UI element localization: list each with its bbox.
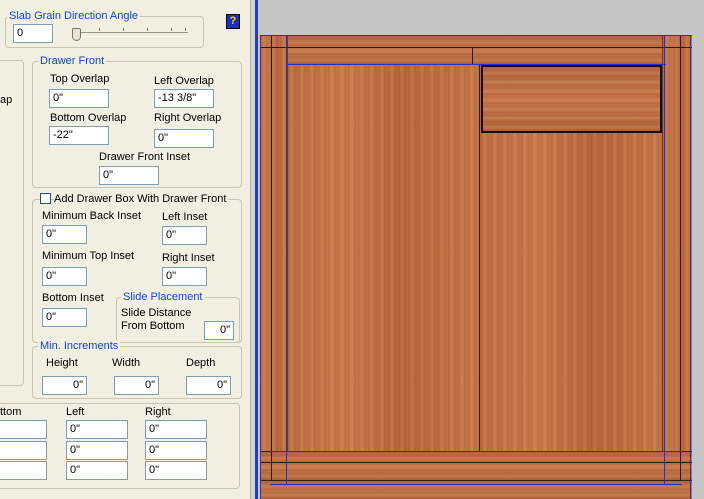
right-inset-label: Right Inset	[162, 252, 215, 264]
frame-line	[472, 47, 473, 65]
slide-distance-label-line1: Slide Distance	[121, 307, 192, 319]
bottom-table-right-input[interactable]: 0"	[145, 420, 207, 439]
slider-tick	[147, 28, 148, 31]
drawer-front-legend: Drawer Front	[38, 55, 107, 67]
bottom-table-left-input[interactable]: 0"	[66, 420, 128, 439]
min-top-inset-input[interactable]: 0"	[42, 267, 87, 286]
partial-left-label: ap	[0, 94, 13, 106]
slider-tick	[171, 28, 172, 31]
wireframe-line	[690, 35, 691, 499]
bottom-table-partial-input[interactable]	[0, 441, 47, 460]
bottom-table-col-left: Left	[66, 406, 85, 418]
slide-distance-input[interactable]: 0"	[204, 321, 234, 340]
top-overlap-input[interactable]: 0"	[49, 89, 109, 108]
wireframe-line	[270, 484, 682, 485]
wireframe-line	[286, 64, 666, 65]
drawer-front-inset-input[interactable]: 0"	[99, 166, 159, 185]
right-overlap-label: Right Overlap	[154, 112, 222, 124]
left-stile	[260, 35, 288, 465]
add-drawer-box-checkbox[interactable]	[40, 193, 51, 204]
wireframe-line	[260, 35, 261, 499]
increment-width-input[interactable]: 0"	[114, 376, 159, 395]
wireframe-line	[270, 451, 682, 452]
bottom-table-col-right: Right	[145, 406, 171, 418]
properties-panel: Slab Grain Direction Angle 0 ? ap Drawer…	[0, 0, 250, 499]
left-inset-label: Left Inset	[162, 211, 208, 223]
right-door-panel[interactable]	[481, 133, 662, 451]
slab-grain-slider-track[interactable]	[76, 32, 188, 37]
frame-line	[260, 47, 692, 48]
cabinet-3d-viewport[interactable]	[258, 0, 704, 499]
frame-line	[271, 35, 272, 481]
wireframe-line	[664, 35, 665, 485]
bottom-table-partial-input[interactable]	[0, 420, 47, 439]
left-overlap-input[interactable]: -13 3/8"	[154, 89, 214, 108]
left-door-panel[interactable]	[288, 65, 480, 451]
left-overlap-label: Left Overlap	[154, 75, 214, 87]
bottom-rail	[260, 451, 692, 481]
bottom-inset-label: Bottom Inset	[42, 292, 104, 304]
add-drawer-box-label: Add Drawer Box With Drawer Front	[54, 193, 229, 205]
min-increments-legend: Min. Increments	[38, 340, 121, 352]
slide-distance-label-line2: From Bottom	[121, 320, 185, 332]
wireframe-line	[286, 35, 287, 485]
min-back-inset-label: Minimum Back Inset	[42, 210, 142, 222]
partial-left-group	[0, 60, 24, 386]
frame-line	[260, 462, 692, 463]
increment-height-label: Height	[46, 357, 78, 369]
top-rail	[260, 35, 692, 65]
bottom-inset-input[interactable]: 0"	[42, 308, 87, 327]
help-icon[interactable]: ?	[226, 14, 240, 29]
right-inset-input[interactable]: 0"	[162, 267, 207, 286]
slab-grain-slider-thumb[interactable]	[72, 28, 81, 41]
increment-height-input[interactable]: 0"	[42, 376, 87, 395]
drawer-front-inset-label: Drawer Front Inset	[99, 151, 191, 163]
increment-width-label: Width	[112, 357, 141, 369]
increment-depth-input[interactable]: 0"	[186, 376, 231, 395]
bottom-table-col-partial: ttom	[0, 406, 22, 418]
bottom-table-left-input[interactable]: 0"	[66, 441, 128, 460]
drawer-front-panel[interactable]	[481, 65, 662, 133]
bottom-table-partial-input[interactable]	[0, 461, 47, 480]
bottom-table-right-input[interactable]: 0"	[145, 441, 207, 460]
right-stile	[662, 35, 692, 465]
bottom-overlap-label: Bottom Overlap	[50, 112, 127, 124]
right-overlap-input[interactable]: 0"	[154, 129, 214, 148]
bottom-table-left-input[interactable]: 0"	[66, 461, 128, 480]
wireframe-line	[260, 35, 692, 36]
frame-line	[680, 35, 681, 481]
top-overlap-label: Top Overlap	[50, 73, 110, 85]
min-back-inset-input[interactable]: 0"	[42, 225, 87, 244]
slab-grain-angle-input[interactable]: 0	[13, 24, 53, 43]
increment-depth-label: Depth	[186, 357, 216, 369]
min-top-inset-label: Minimum Top Inset	[42, 250, 135, 262]
slide-placement-legend: Slide Placement	[121, 291, 205, 303]
slider-tick	[99, 28, 100, 31]
slider-tick	[123, 28, 124, 31]
left-inset-input[interactable]: 0"	[162, 226, 207, 245]
bottom-table-right-input[interactable]: 0"	[145, 461, 207, 480]
bottom-overlap-input[interactable]: -22"	[49, 126, 109, 145]
slider-tick	[185, 28, 186, 31]
slab-grain-legend: Slab Grain Direction Angle	[7, 10, 141, 22]
